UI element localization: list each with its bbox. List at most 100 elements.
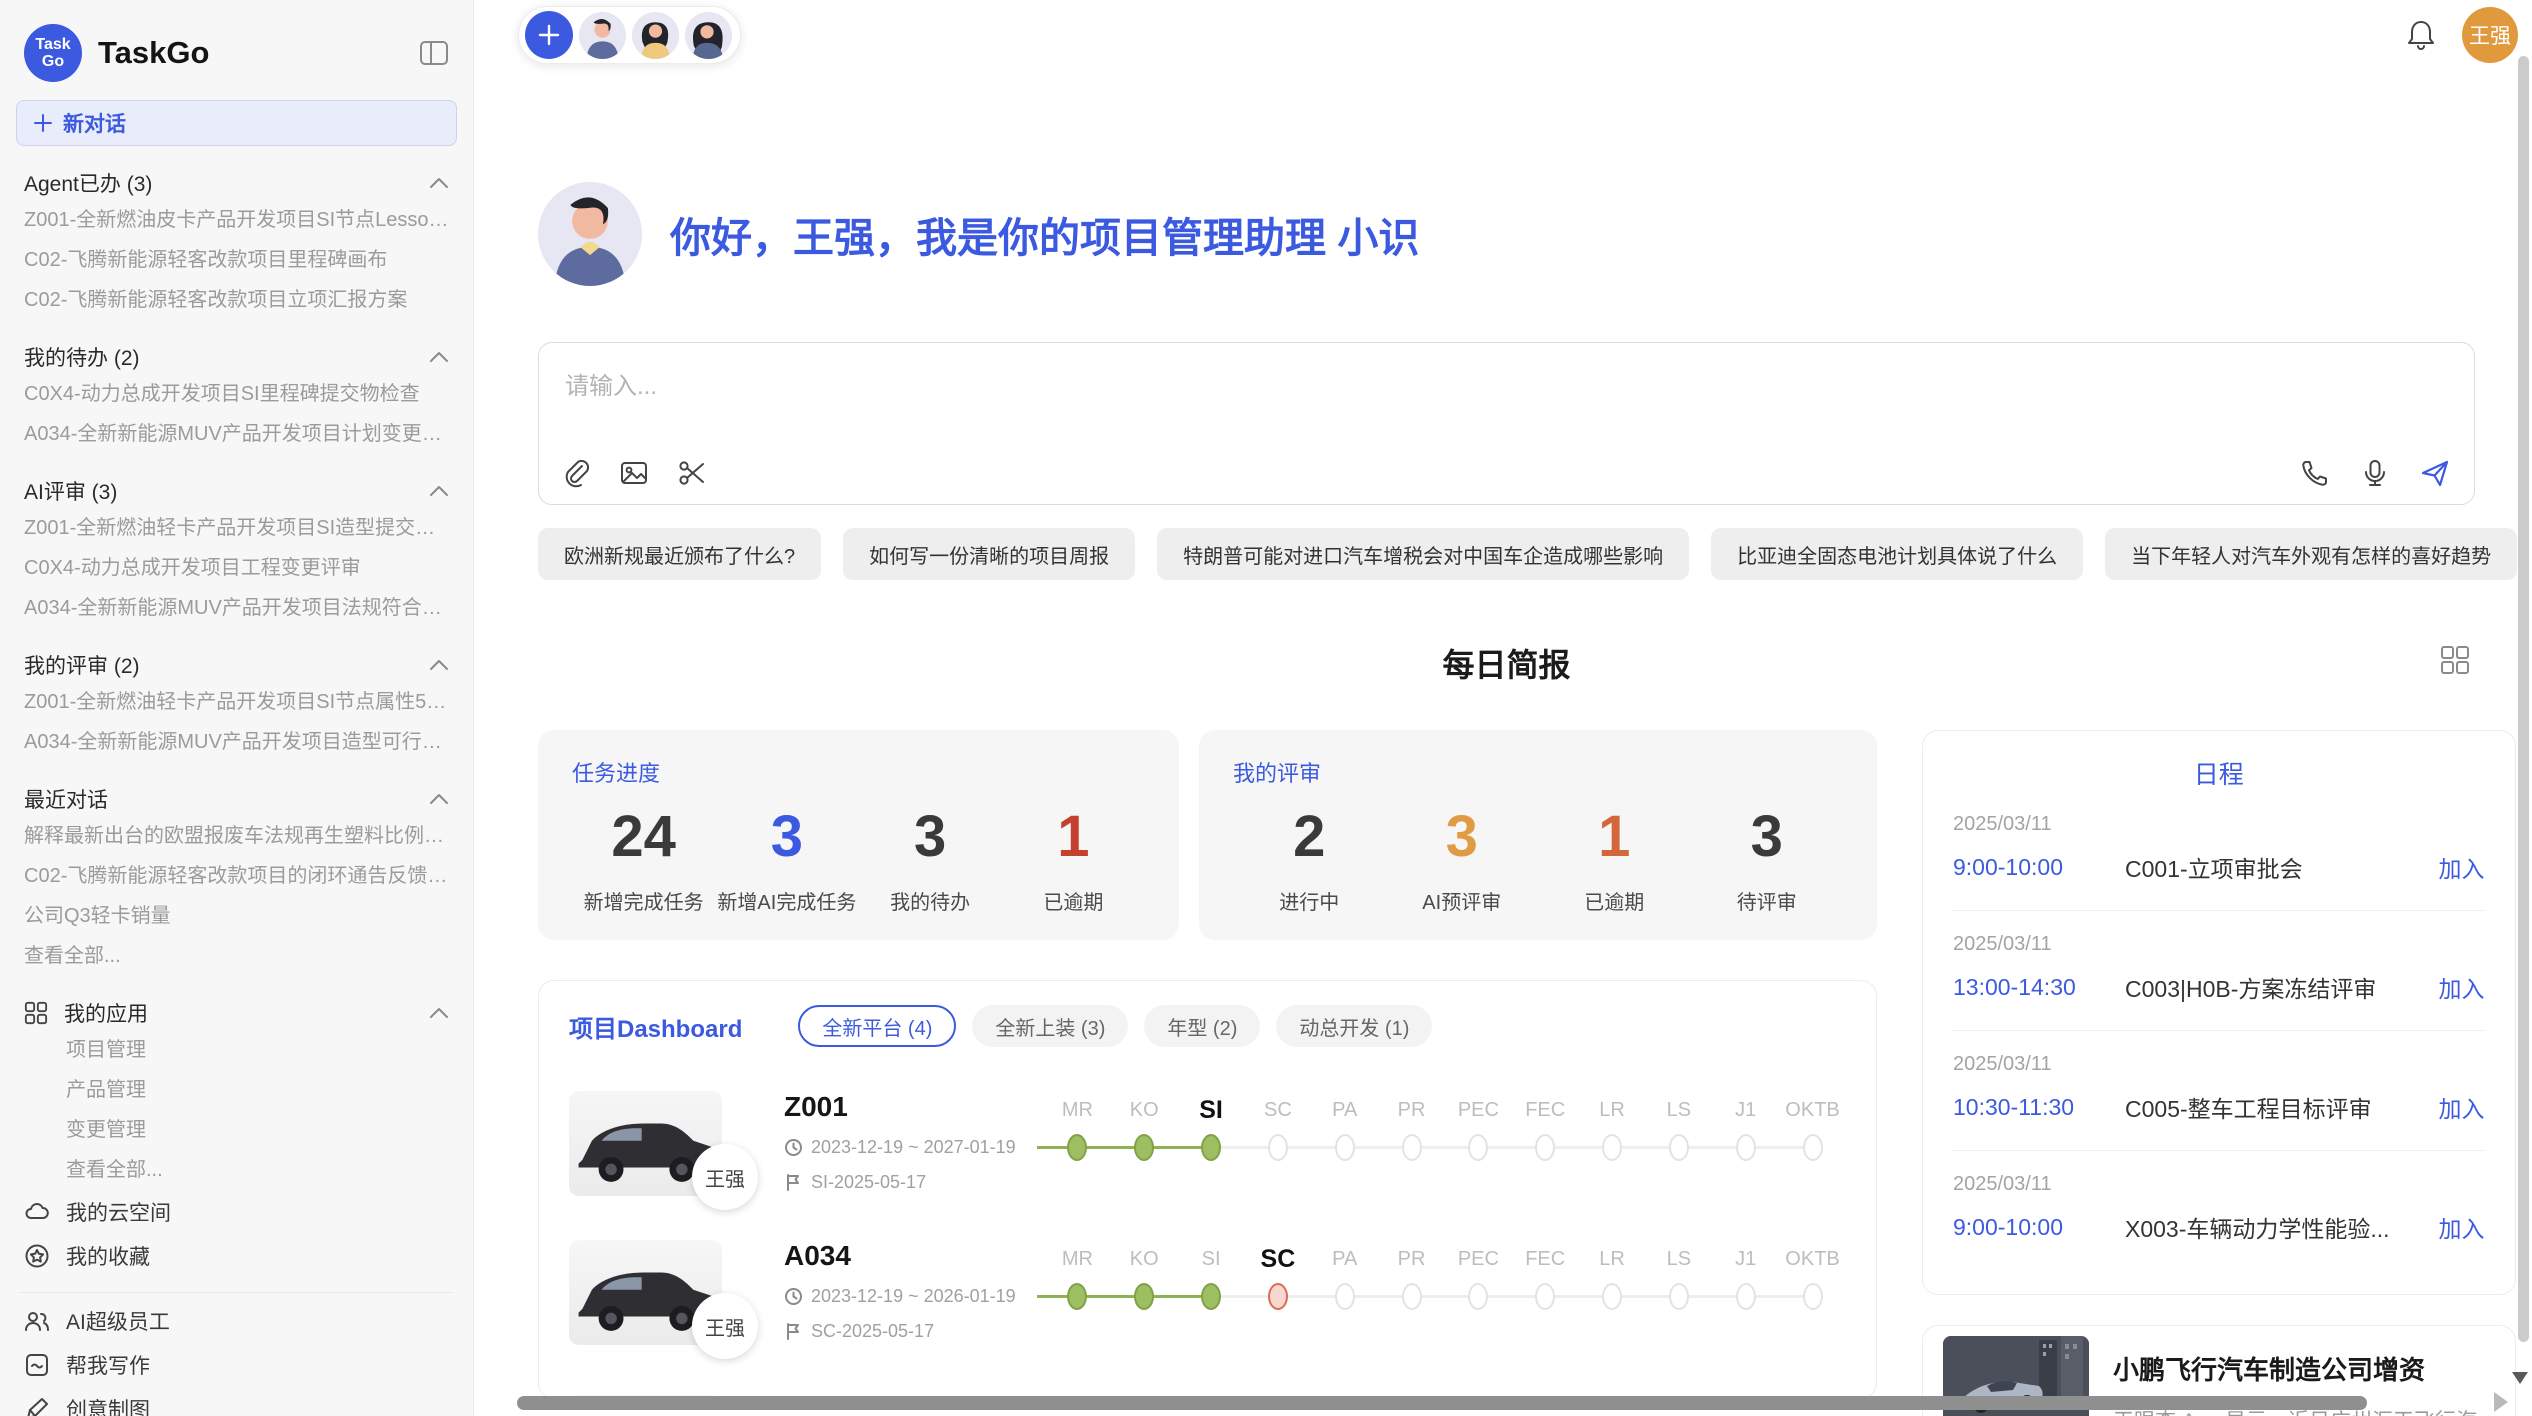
sidebar-item[interactable]: A034-全新新能源MUV产品开发项目造型可行性评审 xyxy=(16,722,457,762)
sidebar-apps-header[interactable]: 我的应用 xyxy=(16,996,457,1030)
milestone-dot xyxy=(1201,1283,1221,1310)
milestone-label: LS xyxy=(1645,1093,1712,1127)
sidebar-footer-pen[interactable]: 创意制图 xyxy=(16,1387,457,1416)
user-avatar[interactable]: 王强 xyxy=(2462,7,2518,63)
sidebar-item[interactable]: C0X4-动力总成开发项目工程变更评审 xyxy=(16,548,457,588)
sidebar-section-header[interactable]: AI评审 (3) xyxy=(16,474,457,508)
new-chat-button[interactable]: 新对话 xyxy=(16,100,457,146)
join-link[interactable]: 加入 xyxy=(2439,1090,2485,1124)
milestone-dot-cell xyxy=(1445,1127,1512,1171)
project-row[interactable]: 王强A0342023-12-19 ~ 2026-01-19SC-2025-05-… xyxy=(569,1240,1846,1345)
sidebar-item[interactable]: A034-全新新能源MUV产品开发项目法规符合性评审 xyxy=(16,588,457,628)
vertical-scrollbar[interactable] xyxy=(2518,56,2529,1342)
session-avatar-3[interactable] xyxy=(685,12,732,59)
add-session-button[interactable] xyxy=(525,11,573,59)
sidebar-item[interactable]: 查看全部... xyxy=(16,936,457,976)
sidebar-item[interactable]: C02-飞腾新能源轻客改款项目里程碑画布 xyxy=(16,240,457,280)
milestone-timeline: MRKOSISCPAPRPECFECLRLSJ1OKTB xyxy=(1044,1091,1846,1171)
milestone-dot-cell xyxy=(1645,1276,1712,1320)
join-link[interactable]: 加入 xyxy=(2439,1210,2485,1244)
sidebar-app-item[interactable]: 项目管理 xyxy=(16,1030,457,1070)
send-icon[interactable] xyxy=(2420,458,2450,488)
topbar: 王强 xyxy=(474,0,2532,70)
layout-grid-icon[interactable] xyxy=(2439,644,2471,676)
project-milestone-flag: SC-2025-05-17 xyxy=(784,1321,1034,1342)
scissors-icon[interactable] xyxy=(677,458,707,488)
project-row[interactable]: 王强Z0012023-12-19 ~ 2027-01-19SI-2025-05-… xyxy=(569,1091,1846,1196)
sidebar-item[interactable]: 公司Q3轻卡销量 xyxy=(16,896,457,936)
sidebar-item[interactable]: Z001-全新燃油轻卡产品开发项目SI节点属性5D文件评审 xyxy=(16,682,457,722)
chevron-up-icon xyxy=(429,351,449,363)
schedule-event-title: X003-车辆动力学性能验... xyxy=(2125,1210,2425,1244)
phone-icon[interactable] xyxy=(2300,458,2330,488)
stat-card: 任务进度24新增完成任务3新增AI完成任务3我的待办1已逾期 xyxy=(538,730,1179,940)
dashboard-tab[interactable]: 全新平台 (4) xyxy=(798,1005,956,1047)
sidebar-footer-people[interactable]: AI超级员工 xyxy=(16,1299,457,1343)
milestone-label: LR xyxy=(1579,1242,1646,1276)
dashboard-tab[interactable]: 年型 (2) xyxy=(1144,1005,1260,1047)
schedule-item: 2025/03/1113:00-14:30C003|H0B-方案冻结评审加入 xyxy=(1953,911,2485,1031)
join-link[interactable]: 加入 xyxy=(2439,850,2485,884)
scroll-down-arrow-icon[interactable] xyxy=(2512,1372,2528,1384)
sidebar: Task Go TaskGo 新对话 Agent已办 (3)Z001-全新燃油皮… xyxy=(0,0,474,1416)
suggestion-chip[interactable]: 比亚迪全固态电池计划具体说了什么 xyxy=(1711,528,2083,580)
dashboard-tab[interactable]: 全新上装 (3) xyxy=(972,1005,1128,1047)
schedule-item: 2025/03/1110:30-11:30C005-整车工程目标评审加入 xyxy=(1953,1031,2485,1151)
sidebar-footer-write[interactable]: 帮我写作 xyxy=(16,1343,457,1387)
pen-icon xyxy=(24,1396,50,1416)
suggestion-chip[interactable]: 欧洲新规最近颁布了什么? xyxy=(538,528,821,580)
sidebar-section-title: AI评审 (3) xyxy=(24,476,117,506)
milestone-dot-cell xyxy=(1445,1276,1512,1320)
scroll-right-arrow-icon[interactable] xyxy=(2494,1392,2508,1412)
view-all-schedule-link[interactable]: 查看所有日程 xyxy=(1953,1288,2485,1295)
milestone-dot xyxy=(1468,1134,1488,1161)
sidebar-item[interactable]: A034-全新新能源MUV产品开发项目计划变更表编写 xyxy=(16,414,457,454)
notification-bell-icon[interactable] xyxy=(2406,19,2436,51)
milestone-dot xyxy=(1335,1134,1355,1161)
apps-icon xyxy=(24,1001,48,1025)
sidebar-item[interactable]: C02-飞腾新能源轻客改款项目立项汇报方案 xyxy=(16,280,457,320)
input-attachment-tools xyxy=(561,458,707,488)
dashboard-tab[interactable]: 动总开发 (1) xyxy=(1276,1005,1432,1047)
sidebar-section-title: 我的评审 (2) xyxy=(24,650,140,680)
app-title: TaskGo xyxy=(98,35,419,71)
suggestion-chip[interactable]: 如何写一份清晰的项目周报 xyxy=(843,528,1135,580)
horizontal-scrollbar[interactable] xyxy=(517,1396,2367,1410)
sidebar-item[interactable]: C0X4-动力总成开发项目SI里程碑提交物检查 xyxy=(16,374,457,414)
sidebar-item[interactable]: Z001-全新燃油皮卡产品开发项目SI节点Lesson Learn报告 xyxy=(16,200,457,240)
schedule-items: 2025/03/119:00-10:00C001-立项审批会加入2025/03/… xyxy=(1953,791,2485,1270)
sidebar-section-header[interactable]: Agent已办 (3) xyxy=(16,166,457,200)
suggestion-chip[interactable]: 特朗普可能对进口汽车增税会对中国车企造成哪些影响 xyxy=(1157,528,1689,580)
project-code: A034 xyxy=(784,1240,1034,1272)
milestone-label: SI xyxy=(1178,1093,1245,1127)
stat-label: 我的待办 xyxy=(859,886,1002,915)
paperclip-icon[interactable] xyxy=(561,458,591,488)
sidebar-apps: 我的应用项目管理产品管理变更管理查看全部... xyxy=(16,996,457,1190)
sidebar-link-star[interactable]: 我的收藏 xyxy=(16,1234,457,1278)
sidebar-section-header[interactable]: 我的待办 (2) xyxy=(16,340,457,374)
sidebar-app-item[interactable]: 产品管理 xyxy=(16,1070,457,1110)
session-avatar-2[interactable] xyxy=(632,12,679,59)
sidebar-section: 我的待办 (2)C0X4-动力总成开发项目SI里程碑提交物检查A034-全新新能… xyxy=(16,340,457,454)
left-column: 任务进度24新增完成任务3新增AI完成任务3我的待办1已逾期我的评审2进行中3A… xyxy=(538,730,1877,1416)
sidebar-sections: Agent已办 (3)Z001-全新燃油皮卡产品开发项目SI节点Lesson L… xyxy=(16,166,457,976)
milestone-dots xyxy=(1044,1127,1846,1171)
sidebar-section-header[interactable]: 我的评审 (2) xyxy=(16,648,457,682)
sidebar-app-item[interactable]: 查看全部... xyxy=(16,1150,457,1190)
sidebar-item[interactable]: 解释最新出台的欧盟报废车法规再生塑料比例被调至15%... xyxy=(16,816,457,856)
sidebar-app-item[interactable]: 变更管理 xyxy=(16,1110,457,1150)
milestone-dot-cell xyxy=(1779,1127,1846,1171)
microphone-icon[interactable] xyxy=(2360,458,2390,488)
suggestion-chip[interactable]: 当下年轻人对汽车外观有怎样的喜好趋势 xyxy=(2105,528,2517,580)
collapse-sidebar-icon[interactable] xyxy=(419,40,449,66)
sidebar-item[interactable]: Z001-全新燃油轻卡产品开发项目SI造型提交物评审 xyxy=(16,508,457,548)
schedule-row: 13:00-14:30C003|H0B-方案冻结评审加入 xyxy=(1953,970,2485,1031)
session-avatar-1[interactable] xyxy=(579,12,626,59)
sidebar-section-header[interactable]: 最近对话 xyxy=(16,782,457,816)
sidebar-link-cloud[interactable]: 我的云空间 xyxy=(16,1190,457,1234)
chat-input[interactable] xyxy=(565,373,1726,401)
project-code: Z001 xyxy=(784,1091,1034,1123)
sidebar-item[interactable]: C02-飞腾新能源轻客改款项目的闭环通告反馈情况 xyxy=(16,856,457,896)
image-icon[interactable] xyxy=(619,458,649,488)
join-link[interactable]: 加入 xyxy=(2439,970,2485,1004)
